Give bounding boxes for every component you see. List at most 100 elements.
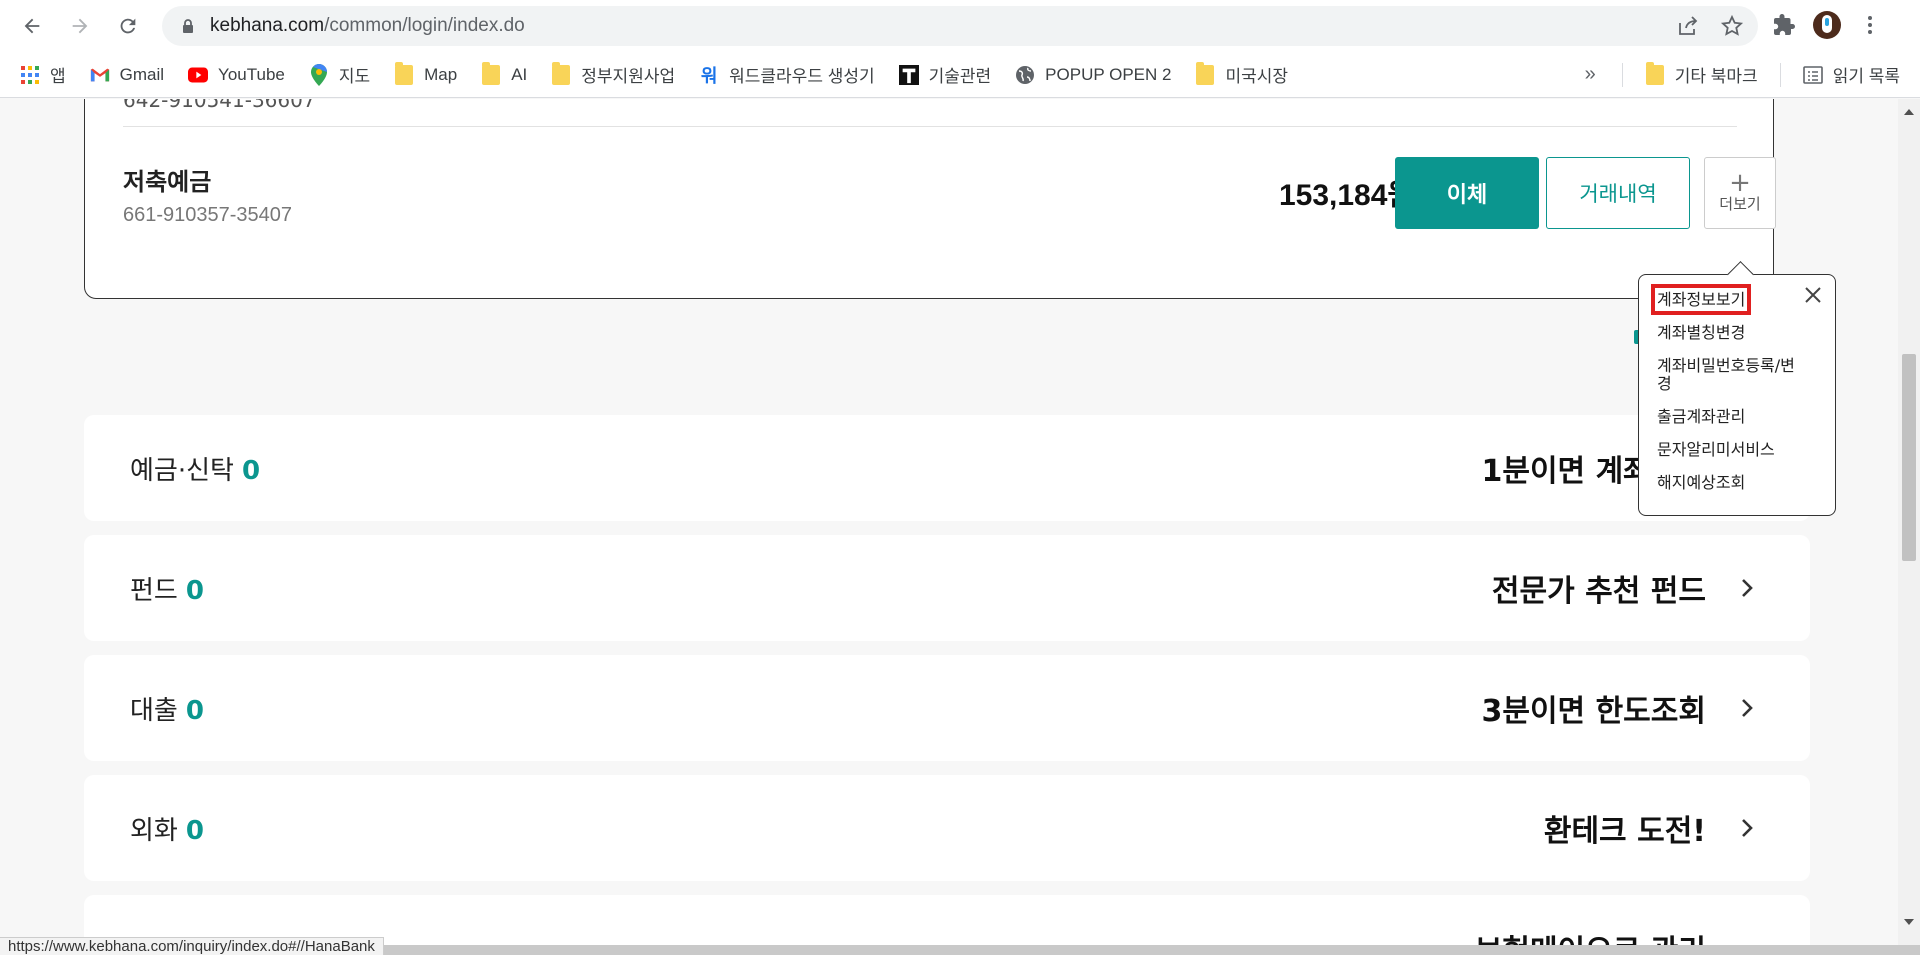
scroll-down-arrow-icon[interactable]	[1904, 919, 1914, 925]
share-icon[interactable]	[1676, 14, 1700, 38]
bookmark-label: 지도	[338, 67, 371, 86]
section-title: 펀드	[130, 575, 178, 606]
gmail-icon	[90, 65, 110, 85]
url-path: /common/login/index.do	[324, 15, 525, 36]
account-divider	[123, 126, 1737, 127]
page-content: 642-910541-36607 저축예금 661-910357-35407 1…	[0, 99, 1898, 945]
reading-list-button[interactable]: 읽기 목록	[1802, 62, 1900, 87]
bookmark-wordcloud[interactable]: 워 워드클라우드 생성기	[699, 62, 875, 87]
bookmark-label: 미국시장	[1225, 67, 1289, 86]
bookmark-youtube[interactable]: YouTube	[188, 65, 285, 85]
section-deposit[interactable]: 예금·신탁 0 1분이면 계좌개설	[84, 415, 1810, 521]
bookmarks-bar: 앱 Gmail YouTube 지도 Map AI 정부지원사업 워 워드클라우…	[0, 52, 1920, 98]
reading-list-icon	[1802, 65, 1823, 85]
menu-item-label: 출금계좌관리	[1657, 407, 1746, 426]
bookmark-other[interactable]: 기타 북마크	[1645, 61, 1758, 87]
menu-item-label: 계좌별칭변경	[1657, 323, 1746, 342]
bookmark-label: Map	[424, 64, 458, 84]
section-fund[interactable]: 펀드 0 전문가 추천 펀드	[84, 535, 1810, 641]
bookmark-label: 워드클라우드 생성기	[729, 67, 875, 86]
bookmark-label: 정부지원사업	[581, 67, 676, 86]
maps-pin-icon	[309, 63, 329, 86]
section-count: 0	[241, 455, 261, 486]
bookmark-folder-gov[interactable]: 정부지원사업	[551, 61, 676, 87]
transaction-history-button[interactable]: 거래내역	[1546, 157, 1690, 229]
arrow-left-icon	[24, 18, 40, 34]
bookmark-popup[interactable]: POPUP OPEN 2	[1015, 65, 1171, 85]
status-bar-url: https://www.kebhana.com/inquiry/index.do…	[0, 937, 384, 955]
chevron-right-icon[interactable]	[1736, 697, 1758, 719]
bookmark-folder-us[interactable]: 미국시장	[1195, 61, 1289, 87]
chevron-right-icon[interactable]	[1736, 817, 1758, 839]
vertical-scrollbar[interactable]	[1898, 99, 1920, 945]
folder-icon	[1645, 61, 1665, 85]
account-name: 저축예금	[123, 168, 212, 196]
menu-item-withdrawal-accounts[interactable]: 출금계좌관리	[1657, 408, 1807, 426]
chevron-right-icon[interactable]	[1736, 577, 1758, 599]
more-button-label: 더보기	[1719, 194, 1761, 213]
more-button[interactable]: + 더보기	[1704, 157, 1776, 229]
bookmark-folder-ai[interactable]: AI	[481, 61, 528, 85]
reload-button[interactable]	[108, 6, 148, 46]
arrow-right-icon	[72, 18, 88, 34]
account-card: 642-910541-36607 저축예금 661-910357-35407 1…	[84, 99, 1776, 299]
kebab-menu-icon[interactable]	[1858, 13, 1882, 37]
bookmark-label: 앱	[50, 67, 66, 86]
scroll-up-arrow-icon[interactable]	[1904, 109, 1914, 115]
bookmark-label: 기술관련	[928, 67, 992, 86]
profile-avatar[interactable]	[1810, 8, 1844, 42]
profile-icon	[1813, 11, 1841, 39]
globe-icon	[1015, 65, 1035, 85]
address-bar[interactable]: kebhana.com/common/login/index.do	[162, 6, 1758, 46]
menu-item-sms-alert[interactable]: 문자알리미서비스	[1657, 441, 1807, 459]
bookmark-label: AI	[511, 64, 528, 84]
apps-grid-icon	[20, 65, 40, 85]
menu-item-account-info[interactable]: 계좌정보보기	[1650, 284, 1807, 315]
section-count: 0	[185, 695, 204, 726]
section-title: 외화	[130, 815, 178, 846]
section-promo[interactable]: 보험메이으로 관리	[1475, 926, 1706, 945]
section-count: 0	[185, 575, 204, 606]
folder-icon	[394, 61, 414, 85]
bookmarks-divider	[1779, 62, 1781, 87]
transfer-button[interactable]: 이체	[1395, 157, 1539, 229]
section-promo[interactable]: 전문가 추천 펀드	[1492, 566, 1706, 610]
bookmark-label: 읽기 목록	[1832, 67, 1900, 86]
reload-icon	[120, 18, 136, 34]
bookmark-label: 기타 북마크	[1674, 67, 1758, 86]
back-button[interactable]	[12, 6, 52, 46]
extensions-icon[interactable]	[1772, 13, 1796, 37]
menu-item-label: 계좌정보보기	[1650, 284, 1752, 315]
folder-icon	[481, 61, 501, 85]
bookmark-folder-map[interactable]: Map	[394, 61, 458, 85]
scrollbar-thumb[interactable]	[1902, 354, 1916, 561]
section-forex[interactable]: 외화 0 환테크 도전!	[84, 775, 1810, 881]
tech-icon	[898, 64, 919, 85]
menu-item-password[interactable]: 계좌비밀번호등록/변경	[1657, 357, 1807, 393]
section-title: 대출	[130, 695, 178, 726]
bookmark-tech[interactable]: 기술관련	[898, 62, 992, 87]
lock-icon	[183, 19, 193, 33]
wordcloud-icon: 워	[700, 65, 718, 86]
more-menu-list: 계좌정보보기 계좌별칭변경 계좌비밀번호등록/변경 출금계좌관리 문자알리미서비…	[1650, 284, 1807, 507]
bookmarks-divider	[1621, 62, 1623, 87]
bookmark-maps[interactable]: 지도	[309, 62, 370, 87]
previous-account-number: 642-910541-36607	[123, 99, 316, 112]
forward-button[interactable]	[60, 6, 100, 46]
menu-item-alias-change[interactable]: 계좌별칭변경	[1657, 324, 1807, 342]
more-menu-popup: 계좌정보보기 계좌별칭변경 계좌비밀번호등록/변경 출금계좌관리 문자알리미서비…	[1638, 274, 1836, 516]
bookmark-gmail[interactable]: Gmail	[90, 65, 164, 85]
star-icon[interactable]	[1720, 14, 1744, 38]
url-host: kebhana.com	[210, 15, 325, 36]
section-promo[interactable]: 환테크 도전!	[1544, 806, 1706, 850]
bookmark-apps[interactable]: 앱	[20, 62, 66, 87]
section-promo[interactable]: 3분이면 한도조회	[1481, 686, 1706, 730]
section-label: 펀드 0	[130, 570, 204, 607]
account-number: 661-910357-35407	[123, 204, 293, 226]
bookmark-label: POPUP OPEN 2	[1045, 64, 1172, 84]
menu-item-label: 계좌비밀번호등록/변경	[1657, 356, 1795, 393]
bookmarks-overflow-button[interactable]: »	[1585, 63, 1596, 86]
section-loan[interactable]: 대출 0 3분이면 한도조회	[84, 655, 1810, 761]
browser-toolbar: kebhana.com/common/login/index.do	[0, 0, 1920, 52]
menu-item-termination-estimate[interactable]: 해지예상조회	[1657, 474, 1807, 492]
